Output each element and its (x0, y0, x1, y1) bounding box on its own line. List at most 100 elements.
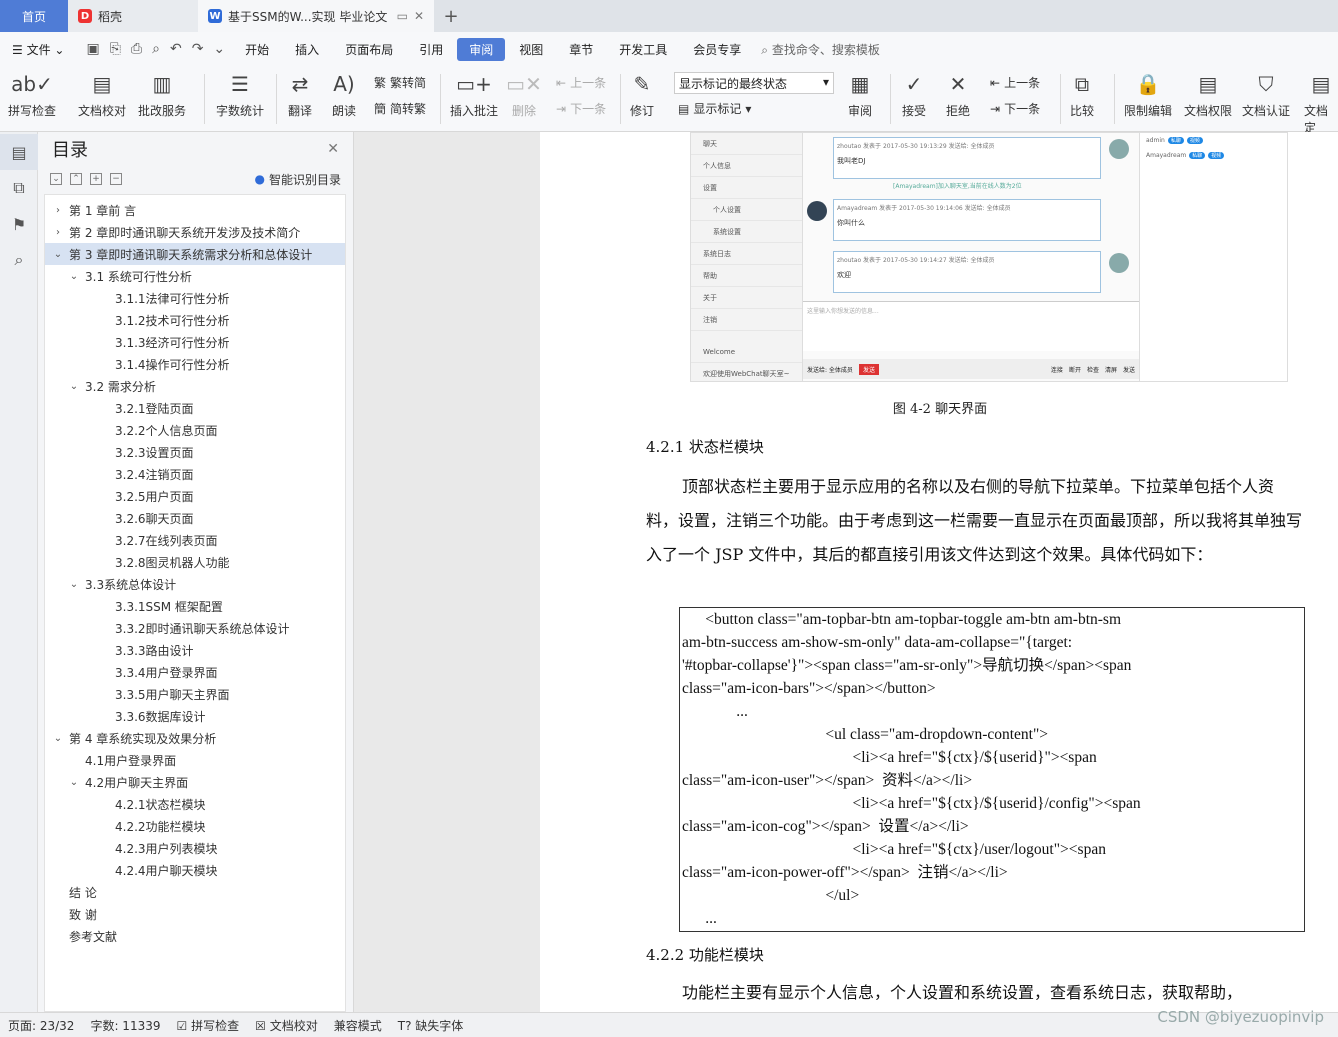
spellcheck-button[interactable]: ab✓ 拼写检查 (8, 70, 56, 119)
restrict-edit-button[interactable]: 🔒 限制编辑 (1124, 70, 1172, 119)
toc-item[interactable]: 4.2.1状态栏模块 (45, 793, 345, 815)
toc-item[interactable]: 参考文献 (45, 925, 345, 947)
toc-item[interactable]: 3.3.5用户聊天主界面 (45, 683, 345, 705)
revise-button[interactable]: ✎ 修订 (628, 70, 656, 119)
toc-item[interactable]: ⌄ 3.2 需求分析 (45, 375, 345, 397)
toc-item[interactable]: 4.2.2功能栏模块 (45, 815, 345, 837)
toc-item[interactable]: 3.1.3经济可行性分析 (45, 331, 345, 353)
toc-item[interactable]: 3.1.4操作可行性分析 (45, 353, 345, 375)
chevron-down-icon[interactable]: ⌄ (67, 579, 81, 590)
menu-layout[interactable]: 页面布局 (333, 38, 405, 61)
doc-final-button[interactable]: ▤ 文档定 (1304, 70, 1338, 136)
proof-status[interactable]: ☒ 文档校对 (255, 1017, 318, 1034)
toc-item[interactable]: 3.2.6聊天页面 (45, 507, 345, 529)
spellcheck-status[interactable]: ☑ 拼写检查 (177, 1017, 240, 1034)
translate-button[interactable]: ⇄ 翻译 (286, 70, 314, 119)
toc-item[interactable]: › 第 2 章即时通讯聊天系统开发涉及技术简介 (45, 221, 345, 243)
toc-item[interactable]: 致 谢 (45, 903, 345, 925)
insert-comment-button[interactable]: ▭+ 插入批注 (450, 70, 498, 119)
toc-item[interactable]: 结 论 (45, 881, 345, 903)
chevron-right-icon[interactable]: › (51, 227, 65, 238)
add-heading-icon[interactable]: + (90, 173, 102, 185)
export-icon[interactable]: ⎘ (110, 41, 121, 57)
toc-item[interactable]: 3.3.1SSM 框架配置 (45, 595, 345, 617)
collapse-all-icon[interactable]: ⌄ (50, 173, 62, 185)
menu-start[interactable]: 开始 (233, 38, 281, 61)
next-comment-button[interactable]: ⇥ 下一条 (556, 100, 606, 117)
doccheck-button[interactable]: ▤ 文档校对 (78, 70, 126, 119)
toc-item[interactable]: 3.2.8图灵机器人功能 (45, 551, 345, 573)
toc-item[interactable]: ⌄ 4.2用户聊天主界面 (45, 771, 345, 793)
file-menu[interactable]: ☰ 文件 ⌄ (0, 38, 76, 61)
toc-item[interactable]: 3.1.1法律可行性分析 (45, 287, 345, 309)
toc-item[interactable]: 3.2.2个人信息页面 (45, 419, 345, 441)
word-count[interactable]: 字数: 11339 (90, 1017, 160, 1034)
chevron-down-icon[interactable]: ⌄ (51, 733, 65, 744)
chevron-right-icon[interactable]: › (51, 205, 65, 216)
page-indicator[interactable]: 页面: 23/32 (8, 1017, 74, 1034)
toc-item[interactable]: 3.3.3路由设计 (45, 639, 345, 661)
wordcount-button[interactable]: ☰ 字数统计 (216, 70, 264, 119)
toc-item[interactable]: 4.2.3用户列表模块 (45, 837, 345, 859)
toc-item[interactable]: ⌄ 3.1 系统可行性分析 (45, 265, 345, 287)
menu-insert[interactable]: 插入 (283, 38, 331, 61)
preview-icon[interactable]: ⌕ (152, 41, 160, 57)
window-icon[interactable]: ▭ (397, 9, 408, 23)
menu-view[interactable]: 视图 (507, 38, 555, 61)
menu-member[interactable]: 会员专享 (681, 38, 753, 61)
toc-item[interactable]: 4.2.4用户聊天模块 (45, 859, 345, 881)
toc-item[interactable]: 3.2.4注销页面 (45, 463, 345, 485)
doc-auth-button[interactable]: ⛉ 文档认证 (1242, 70, 1290, 119)
toc-item[interactable]: 3.2.5用户页面 (45, 485, 345, 507)
next-change-button[interactable]: ⇥ 下一条 (990, 100, 1040, 117)
toc-item[interactable]: 3.3.4用户登录界面 (45, 661, 345, 683)
expand-all-icon[interactable]: ⌃ (70, 173, 82, 185)
redo-icon[interactable]: ↷ (192, 41, 204, 57)
reject-button[interactable]: ✕ 拒绝 (944, 70, 972, 119)
delete-comment-button[interactable]: ▭✕ 删除 (506, 70, 542, 119)
review-pane-button[interactable]: ▦ 审阅 (846, 70, 874, 119)
prev-comment-button[interactable]: ⇤ 上一条 (556, 74, 606, 91)
print-icon[interactable]: ⎙ (131, 41, 142, 57)
more-icon[interactable]: ⌄ (213, 41, 225, 57)
simp-to-trad-button[interactable]: 簡简转繁 (374, 100, 426, 117)
trad-to-simp-button[interactable]: 繁繁转简 (374, 74, 426, 91)
menu-devtools[interactable]: 开发工具 (607, 38, 679, 61)
bookmark-icon[interactable]: ⚑ (0, 206, 38, 242)
menu-chapter[interactable]: 章节 (557, 38, 605, 61)
chevron-down-icon[interactable]: ⌄ (67, 271, 81, 282)
toc-item[interactable]: 3.2.3设置页面 (45, 441, 345, 463)
chevron-down-icon[interactable]: ⌄ (67, 381, 81, 392)
toc-item[interactable]: ⌄ 3.3系统总体设计 (45, 573, 345, 595)
close-tab-icon[interactable]: ✕ (414, 9, 424, 23)
toc-item[interactable]: › 第 1 章前 言 (45, 199, 345, 221)
compare-button[interactable]: ⧉ 比较 (1068, 70, 1096, 119)
chevron-down-icon[interactable]: ⌄ (51, 249, 65, 260)
menu-reference[interactable]: 引用 (407, 38, 455, 61)
prev-change-button[interactable]: ⇤ 上一条 (990, 74, 1040, 91)
chevron-down-icon[interactable]: ⌄ (67, 777, 81, 788)
new-tab-icon[interactable]: + (434, 0, 468, 32)
tab-document[interactable]: W 基于SSM的W...实现 毕业论文 ▭ ✕ (198, 0, 434, 32)
command-search[interactable]: ⌕ 查找命令、搜索模板 (761, 41, 880, 58)
show-marks-button[interactable]: ▤ 显示标记 ▾ (678, 100, 751, 117)
tab-home[interactable]: 首页 (0, 0, 68, 32)
search-icon[interactable]: ⌕ (0, 242, 38, 278)
batch-service-button[interactable]: ▥ 批改服务 (138, 70, 186, 119)
toc-item[interactable]: 3.2.1登陆页面 (45, 397, 345, 419)
undo-icon[interactable]: ↶ (170, 41, 182, 57)
save-icon[interactable]: ▣ (86, 41, 99, 57)
doc-permission-button[interactable]: ▤ 文档权限 (1184, 70, 1232, 119)
toc-item[interactable]: 3.1.2技术可行性分析 (45, 309, 345, 331)
remove-heading-icon[interactable]: − (110, 173, 122, 185)
toc-item[interactable]: 3.2.7在线列表页面 (45, 529, 345, 551)
toc-item[interactable]: 4.1用户登录界面 (45, 749, 345, 771)
toc-panel-icon[interactable]: ▤ (0, 134, 38, 170)
accept-button[interactable]: ✓ 接受 (900, 70, 928, 119)
toc-item[interactable]: 3.3.2即时通讯聊天系统总体设计 (45, 617, 345, 639)
toc-item[interactable]: ⌄ 第 4 章系统实现及效果分析 (45, 727, 345, 749)
toc-item[interactable]: 3.3.6数据库设计 (45, 705, 345, 727)
smart-toc-button[interactable]: ● 智能识别目录 (255, 171, 342, 188)
tab-daoke[interactable]: D 稻壳 (68, 0, 198, 32)
close-icon[interactable]: ✕ (327, 141, 339, 157)
